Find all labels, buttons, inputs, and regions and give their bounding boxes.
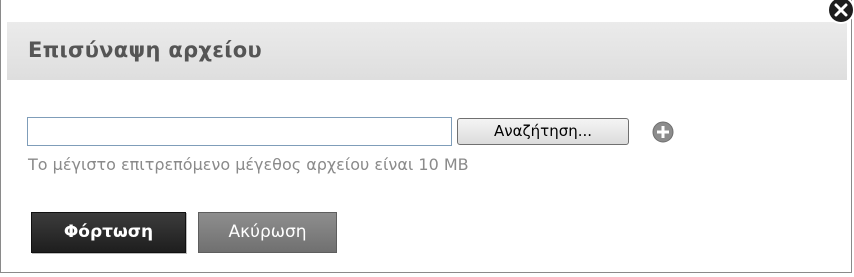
file-path-input[interactable] xyxy=(27,117,452,146)
dialog-header: Επισύναψη αρχείου xyxy=(7,22,847,80)
browse-button[interactable]: Αναζήτηση... xyxy=(457,118,629,145)
upload-button[interactable]: Φόρτωση xyxy=(31,212,186,253)
close-button[interactable] xyxy=(827,0,854,24)
attach-file-dialog: Επισύναψη αρχείου Αναζήτηση... Το μέγιστ… xyxy=(0,0,852,273)
cancel-button[interactable]: Ακύρωση xyxy=(198,212,337,253)
dialog-title: Επισύναψη αρχείου xyxy=(28,38,262,62)
max-file-size-hint: Το μέγιστο επιτρεπόμενο μέγεθος αρχείου … xyxy=(28,155,469,174)
plus-circle-icon[interactable] xyxy=(652,121,674,143)
